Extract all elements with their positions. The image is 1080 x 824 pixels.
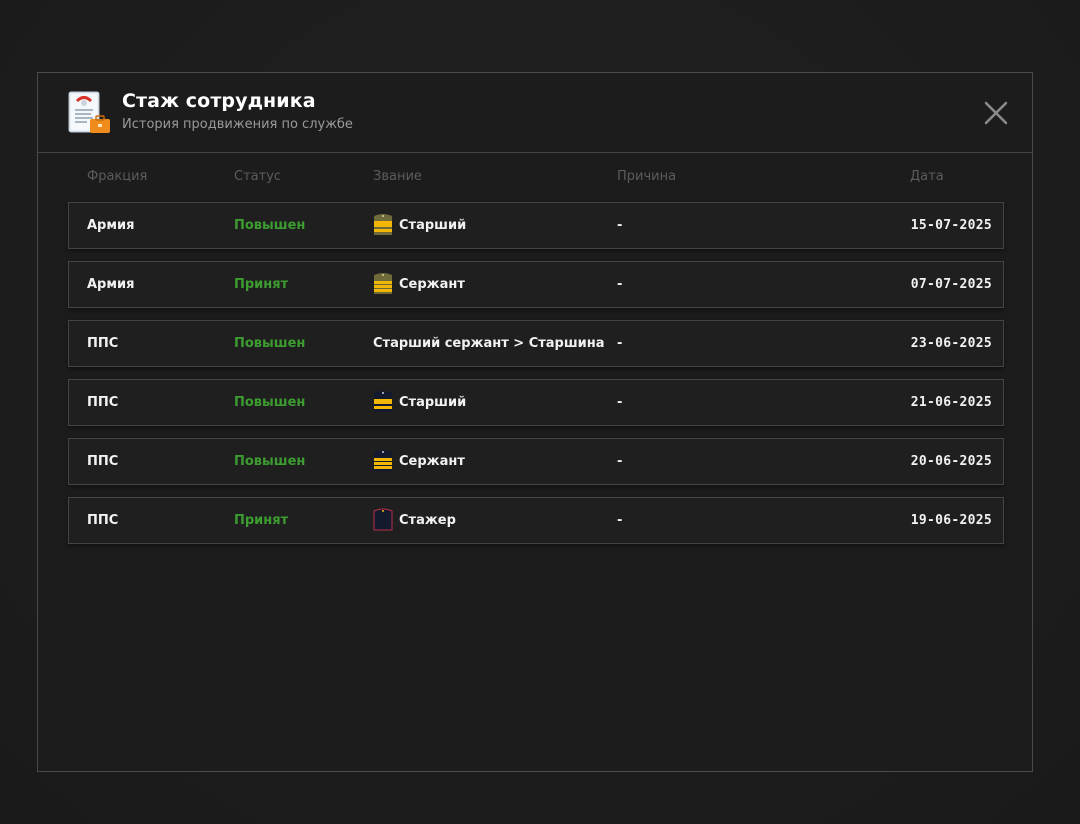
status-cell: Повышен <box>234 454 306 469</box>
faction-cell: Армия <box>87 218 135 233</box>
faction-cell: ППС <box>87 513 119 528</box>
table-row[interactable]: Армия Принят Сержант - 07-07-2025 <box>68 261 1004 308</box>
status-cell: Повышен <box>234 336 306 351</box>
date-cell: 21-06-2025 <box>910 395 992 410</box>
table-row[interactable]: Армия Повышен Старший - 15-07-2025 <box>68 202 1004 249</box>
column-header-faction: Фракция <box>87 169 148 184</box>
faction-cell: ППС <box>87 454 119 469</box>
status-cell: Принят <box>234 277 289 292</box>
date-cell: 15-07-2025 <box>910 218 992 233</box>
status-cell: Повышен <box>234 395 306 410</box>
rank-cell: Сержант <box>373 439 465 484</box>
date-cell: 19-06-2025 <box>910 513 992 528</box>
dialog-subtitle: История продвижения по службе <box>122 117 353 132</box>
reason-cell: - <box>617 395 623 410</box>
reason-cell: - <box>617 277 623 292</box>
rank-label: Стажер <box>399 513 456 528</box>
reason-cell: - <box>617 454 623 469</box>
reason-cell: - <box>617 218 623 233</box>
rank-label: Сержант <box>399 454 465 469</box>
rank-label: Старший <box>399 218 467 233</box>
document-briefcase-icon <box>68 91 110 133</box>
table-row[interactable]: ППС Повышен Старший сержант > Старшина -… <box>68 320 1004 367</box>
faction-cell: ППС <box>87 336 119 351</box>
army-senior-strap-icon <box>374 213 392 235</box>
reason-cell: - <box>617 336 623 351</box>
rank-cell: Сержант <box>373 262 465 307</box>
police-sergeant-strap-icon <box>374 449 392 471</box>
rank-label: Старший сержант > Старшина <box>373 336 605 351</box>
faction-cell: Армия <box>87 277 135 292</box>
table-row[interactable]: ППС Повышен Сержант - 20-06-2025 <box>68 438 1004 485</box>
reason-cell: - <box>617 513 623 528</box>
column-header-rank: Звание <box>373 169 422 184</box>
service-history-dialog: Стаж сотрудника История продвижения по с… <box>37 72 1033 772</box>
dialog-title: Стаж сотрудника <box>122 90 316 112</box>
column-header-reason: Причина <box>617 169 677 184</box>
close-icon[interactable] <box>981 98 1011 128</box>
table-row[interactable]: ППС Принят Стажер - 19-06-2025 <box>68 497 1004 544</box>
rank-cell: Старший сержант > Старшина <box>373 321 605 366</box>
status-cell: Принят <box>234 513 289 528</box>
police-trainee-strap-icon <box>373 508 393 530</box>
rank-cell: Старший <box>373 203 466 248</box>
status-cell: Повышен <box>234 218 306 233</box>
rank-label: Сержант <box>399 277 465 292</box>
date-cell: 23-06-2025 <box>910 336 992 351</box>
date-cell: 07-07-2025 <box>910 277 992 292</box>
column-header-status: Статус <box>234 169 282 184</box>
date-cell: 20-06-2025 <box>910 454 992 469</box>
faction-cell: ППС <box>87 395 119 410</box>
column-header-date: Дата <box>910 169 944 184</box>
dialog-header: Стаж сотрудника История продвижения по с… <box>38 73 1032 153</box>
army-sergeant-strap-icon <box>374 272 392 294</box>
police-senior-strap-icon <box>374 390 392 412</box>
rank-cell: Стажер <box>373 498 456 543</box>
rank-cell: Старший <box>373 380 466 425</box>
table-row[interactable]: ППС Повышен Старший - 21-06-2025 <box>68 379 1004 426</box>
rank-label: Старший <box>399 395 467 410</box>
